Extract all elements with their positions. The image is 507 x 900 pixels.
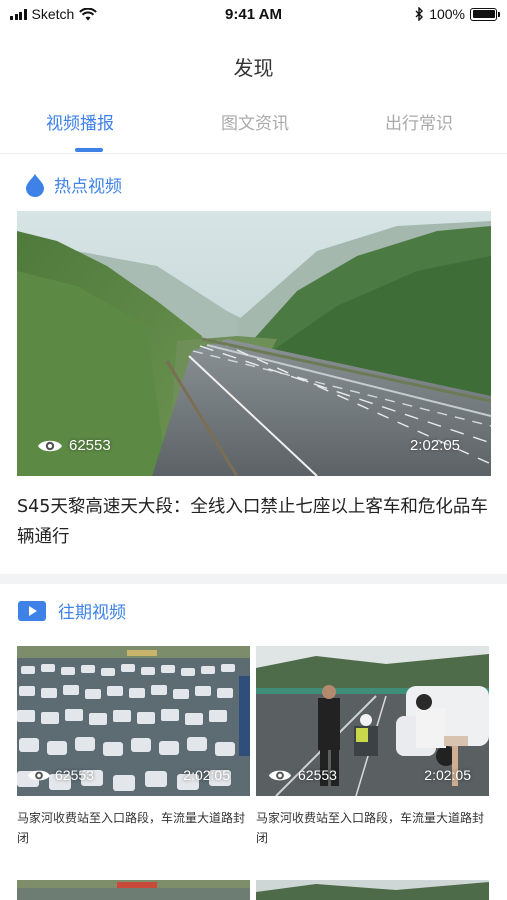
past-video-title: 往期视频 [58, 603, 126, 623]
signal-icon [10, 8, 27, 20]
drop-icon [26, 173, 44, 197]
page-title: 发现 [233, 56, 274, 80]
tab-travel-tips[interactable]: 出行常识 [385, 109, 453, 134]
past-video-card[interactable]: 62553 2:02:05 马家河收费站至入口路段，车流量大道路封闭 [17, 646, 250, 848]
eye-icon [38, 440, 62, 451]
carrier-label: Sketch [31, 6, 75, 22]
play-icon [18, 600, 46, 621]
bluetooth-icon [415, 7, 424, 21]
traffic-jam-image [17, 880, 250, 900]
hot-video-header: 热点视频 [24, 172, 122, 197]
eye-icon [27, 770, 51, 780]
card-1-duration: 2:02:05 [183, 767, 230, 783]
mountain-road-image [256, 880, 489, 900]
tab-indicator [75, 148, 103, 152]
card-2-duration: 2:02:05 [424, 767, 471, 783]
card-2-caption[interactable]: 马家河收费站至入口路段，车流量大道路封闭 [256, 808, 489, 848]
hot-video-view-count: 62553 [69, 437, 111, 454]
wifi-icon [79, 7, 98, 20]
past-video-thumbnail-partial[interactable] [256, 880, 489, 900]
card-2-view-count: 62553 [298, 767, 337, 783]
status-right: 100% [415, 6, 500, 22]
hot-video-views: 62553 [37, 437, 111, 454]
eye-icon [268, 770, 292, 780]
toll-station-thumbnail[interactable]: 62553 2:02:05 [256, 646, 489, 796]
hot-video-title-text[interactable]: S45天黎高速天大段：全线入口禁止七座以上客车和危化品车辆通行 [17, 492, 491, 552]
tab-video-news[interactable]: 视频播报 [46, 109, 114, 134]
hot-video-thumbnail[interactable]: 62553 2:02:05 [17, 211, 491, 476]
tab-bar: 视频播报 图文资讯 出行常识 [0, 104, 507, 154]
card-1-caption[interactable]: 马家河收费站至入口路段，车流量大道路封闭 [17, 808, 250, 848]
tab-article-news[interactable]: 图文资讯 [221, 109, 289, 134]
past-video-card[interactable]: 62553 2:02:05 马家河收费站至入口路段，车流量大道路封闭 [256, 646, 489, 848]
status-bar: Sketch 9:41 AM 100% [0, 0, 507, 28]
status-left: Sketch [10, 6, 98, 22]
battery-percent: 100% [429, 6, 465, 22]
card-1-view-count: 62553 [55, 767, 94, 783]
traffic-jam-thumbnail[interactable]: 62553 2:02:05 [17, 646, 250, 796]
past-video-header: 往期视频 [18, 598, 126, 623]
battery-icon [470, 7, 500, 21]
section-divider [0, 574, 507, 584]
hot-video-title: 热点视频 [54, 177, 122, 197]
hot-video-duration: 2:02:05 [409, 437, 460, 454]
card-2-views: 62553 [268, 767, 337, 783]
card-1-views: 62553 [27, 767, 94, 783]
past-video-thumbnail-partial[interactable] [17, 880, 250, 900]
